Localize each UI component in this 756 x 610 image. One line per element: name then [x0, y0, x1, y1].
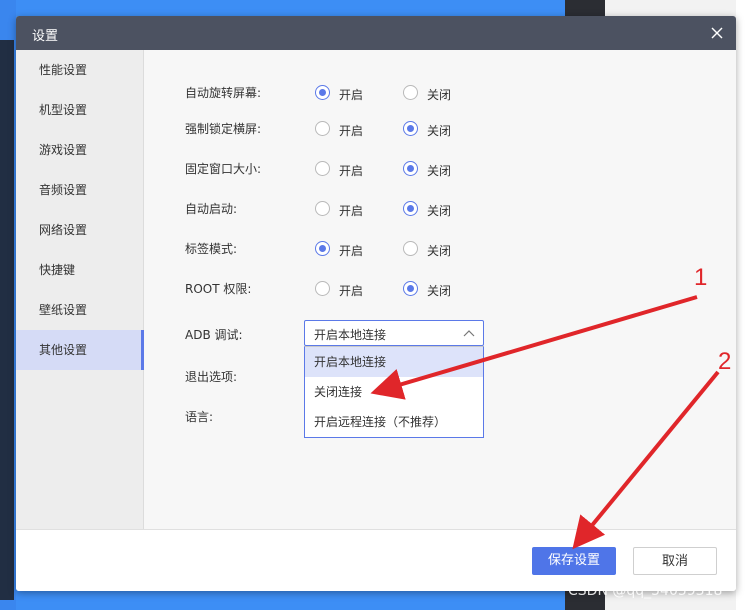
- dialog-title: 设置: [32, 29, 59, 44]
- radio-circle: [315, 281, 330, 296]
- radio-label: 开启: [339, 244, 364, 258]
- radio-circle: [315, 201, 330, 216]
- radio-circle: [315, 241, 330, 256]
- radio-label: 关闭: [427, 164, 452, 178]
- radio-circle: [315, 85, 330, 100]
- auto-start-off-radio[interactable]: 关闭: [403, 200, 463, 218]
- sidebar-item-performance[interactable]: 性能设置: [16, 50, 144, 90]
- close-button[interactable]: [706, 22, 728, 44]
- sidebar-item-game[interactable]: 游戏设置: [16, 130, 144, 170]
- adb-option-close[interactable]: 关闭连接: [305, 377, 483, 407]
- radio-label: 关闭: [427, 284, 452, 298]
- sidebar-item-wallpaper[interactable]: 壁纸设置: [16, 290, 144, 330]
- radio-circle: [403, 281, 418, 296]
- annotation-number-1: 1: [694, 264, 708, 291]
- dialog-titlebar: 设置: [16, 16, 736, 50]
- adb-debug-label: ADB 调试:: [185, 328, 243, 342]
- setting-label-auto-rotate: 自动旋转屏幕:: [185, 86, 262, 100]
- sidebar-item-shortcuts[interactable]: 快捷键: [16, 250, 144, 290]
- setting-label-root: ROOT 权限:: [185, 282, 252, 296]
- watermark-text: CSDN @qq_54059318: [568, 583, 723, 599]
- radio-circle: [403, 121, 418, 136]
- radio-label: 开启: [339, 124, 364, 138]
- force-landscape-off-radio[interactable]: 关闭: [403, 120, 463, 138]
- radio-label: 开启: [339, 284, 364, 298]
- radio-circle: [403, 241, 418, 256]
- radio-circle: [403, 161, 418, 176]
- sidebar-item-device-model[interactable]: 机型设置: [16, 90, 144, 130]
- auto-rotate-off-radio[interactable]: 关闭: [403, 84, 463, 102]
- setting-label-force-landscape: 强制锁定横屏:: [185, 122, 262, 136]
- radio-label: 开启: [339, 88, 364, 102]
- setting-label-tab-mode: 标签模式:: [185, 242, 238, 256]
- radio-label: 关闭: [427, 244, 452, 258]
- fixed-window-on-radio[interactable]: 开启: [315, 160, 375, 178]
- tab-mode-on-radio[interactable]: 开启: [315, 240, 375, 258]
- settings-dialog: 设置 性能设置 机型设置 游戏设置 音频设置 网络设置 快捷键 壁纸设置 其他设…: [16, 16, 736, 591]
- adb-option-remote[interactable]: 开启远程连接（不推荐）: [305, 407, 483, 437]
- close-icon: [711, 27, 723, 39]
- radio-circle: [403, 201, 418, 216]
- language-label: 语言:: [185, 410, 214, 424]
- radio-label: 关闭: [427, 204, 452, 218]
- setting-label-auto-start: 自动启动:: [185, 202, 238, 216]
- sidebar-item-network[interactable]: 网络设置: [16, 210, 144, 250]
- radio-label: 开启: [339, 204, 364, 218]
- root-on-radio[interactable]: 开启: [315, 280, 375, 298]
- radio-label: 关闭: [427, 124, 452, 138]
- radio-circle: [315, 161, 330, 176]
- auto-start-on-radio[interactable]: 开启: [315, 200, 375, 218]
- annotation-number-2: 2: [718, 348, 732, 375]
- chevron-up-icon: [463, 330, 475, 337]
- cancel-button[interactable]: 取消: [633, 547, 717, 575]
- background-left-strip: [0, 40, 14, 600]
- save-settings-button[interactable]: 保存设置: [532, 547, 616, 575]
- fixed-window-off-radio[interactable]: 关闭: [403, 160, 463, 178]
- radio-label: 关闭: [427, 88, 452, 102]
- radio-circle: [315, 121, 330, 136]
- sidebar-item-other[interactable]: 其他设置: [16, 330, 144, 370]
- dialog-footer: 保存设置 取消: [16, 529, 736, 591]
- adb-debug-options-list: 开启本地连接 关闭连接 开启远程连接（不推荐）: [304, 346, 484, 438]
- adb-debug-select[interactable]: 开启本地连接: [304, 320, 484, 346]
- tab-mode-off-radio[interactable]: 关闭: [403, 240, 463, 258]
- radio-circle: [403, 85, 418, 100]
- auto-rotate-on-radio[interactable]: 开启: [315, 84, 375, 102]
- background-right-edge: [736, 0, 756, 610]
- settings-sidebar: 性能设置 机型设置 游戏设置 音频设置 网络设置 快捷键 壁纸设置 其他设置: [16, 50, 144, 529]
- settings-content: 自动旋转屏幕: 开启 关闭 强制锁定横屏: 开启 关闭 固定窗口大小: 开启 关…: [145, 50, 736, 529]
- root-off-radio[interactable]: 关闭: [403, 280, 463, 298]
- adb-debug-selected-value: 开启本地连接: [314, 328, 387, 342]
- setting-label-fixed-window: 固定窗口大小:: [185, 162, 262, 176]
- sidebar-item-audio[interactable]: 音频设置: [16, 170, 144, 210]
- adb-option-local[interactable]: 开启本地连接: [305, 347, 483, 377]
- radio-label: 开启: [339, 164, 364, 178]
- force-landscape-on-radio[interactable]: 开启: [315, 120, 375, 138]
- exit-option-label: 退出选项:: [185, 370, 238, 384]
